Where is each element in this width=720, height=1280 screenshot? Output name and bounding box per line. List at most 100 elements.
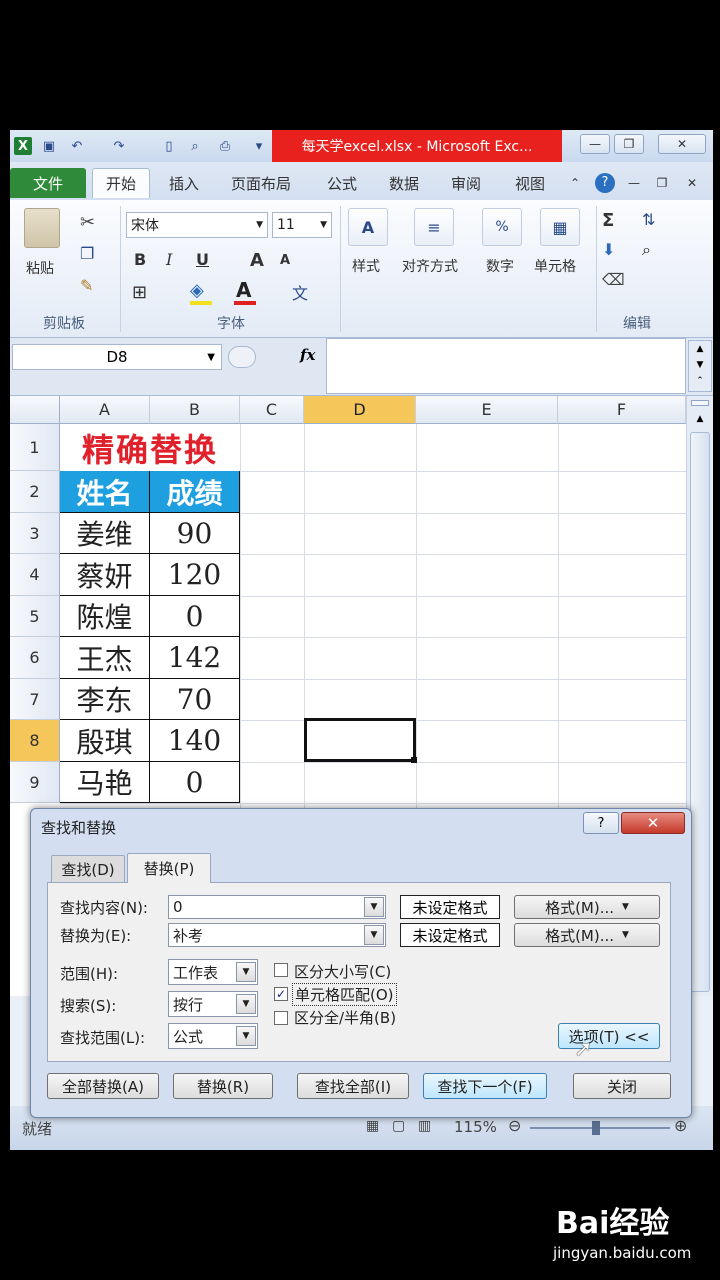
font-color-icon[interactable]: A bbox=[236, 278, 251, 302]
chevron-down-icon[interactable]: ▼ bbox=[236, 994, 256, 1014]
score-cell[interactable]: 70 bbox=[150, 679, 240, 720]
row-header[interactable]: 6 bbox=[10, 637, 60, 679]
tab-formulas[interactable]: 公式 bbox=[314, 168, 370, 198]
find-format-button[interactable]: 格式(M)... ▼ bbox=[514, 895, 660, 919]
ribbon-collapse-icon[interactable]: ⌃ bbox=[566, 168, 584, 198]
chevron-down-icon[interactable]: ▼ bbox=[236, 962, 256, 982]
column-header[interactable]: E bbox=[416, 396, 558, 424]
underline-button[interactable]: U bbox=[196, 250, 209, 269]
name-cell[interactable]: 殷琪 bbox=[60, 720, 150, 762]
row-header[interactable]: 5 bbox=[10, 596, 60, 637]
phonetic-icon[interactable]: 文 bbox=[292, 280, 308, 304]
italic-button[interactable]: I bbox=[166, 250, 172, 269]
workbook-close-icon[interactable]: ✕ bbox=[682, 168, 702, 198]
replace-button[interactable]: 替换(R) bbox=[173, 1073, 273, 1099]
print-icon[interactable]: ⎙ bbox=[216, 137, 234, 155]
score-cell[interactable]: 90 bbox=[150, 513, 240, 554]
tab-review[interactable]: 审阅 bbox=[438, 168, 494, 198]
name-cell[interactable]: 蔡妍 bbox=[60, 554, 150, 596]
match-entire-cell-checkbox[interactable]: ✓ bbox=[274, 987, 288, 1001]
score-cell[interactable]: 0 bbox=[150, 762, 240, 803]
zoom-slider-thumb[interactable] bbox=[592, 1121, 600, 1135]
format-painter-icon[interactable]: ✎ bbox=[80, 276, 93, 295]
cells-button-label[interactable]: 单元格 bbox=[534, 256, 576, 276]
number-format-icon[interactable]: % bbox=[482, 208, 522, 246]
formula-bar-handle[interactable] bbox=[228, 346, 256, 368]
dialog-close-button[interactable]: ✕ bbox=[621, 812, 685, 834]
save-icon[interactable]: ▣ bbox=[40, 137, 58, 155]
cells-icon[interactable]: ▦ bbox=[540, 208, 580, 246]
fill-icon[interactable]: ⬇ bbox=[602, 240, 615, 259]
tab-page-layout[interactable]: 页面布局 bbox=[220, 168, 302, 198]
page-break-view-icon[interactable]: ▥ bbox=[418, 1118, 431, 1134]
split-box[interactable] bbox=[691, 400, 709, 406]
workbook-minimize-icon[interactable]: — bbox=[624, 168, 644, 198]
number-button-label[interactable]: 数字 bbox=[486, 256, 514, 276]
row-header[interactable]: 7 bbox=[10, 679, 60, 720]
name-cell[interactable]: 李东 bbox=[60, 679, 150, 720]
match-case-checkbox[interactable] bbox=[274, 963, 288, 977]
dialog-close-bottom-button[interactable]: 关闭 bbox=[573, 1073, 671, 1099]
styles-button-label[interactable]: 样式 bbox=[352, 256, 380, 276]
tab-find[interactable]: 查找(D) bbox=[51, 855, 125, 883]
zoom-slider[interactable] bbox=[530, 1127, 670, 1129]
row-header[interactable]: 9 bbox=[10, 762, 60, 803]
find-all-button[interactable]: 查找全部(I) bbox=[297, 1073, 409, 1099]
bold-button[interactable]: B bbox=[134, 250, 146, 269]
copy-icon[interactable]: ❐ bbox=[80, 244, 94, 263]
redo-icon[interactable]: ↷ bbox=[110, 137, 128, 155]
chevron-down-icon[interactable]: ▼ bbox=[236, 1026, 256, 1046]
alignment-button-label[interactable]: 对齐方式 bbox=[402, 256, 458, 276]
match-entire-cell-label[interactable]: 单元格匹配(O) bbox=[292, 983, 397, 1006]
replace-with-input[interactable]: 补考 ▼ bbox=[168, 923, 386, 947]
scroll-up-icon[interactable]: ▲ bbox=[689, 410, 711, 428]
name-cell[interactable]: 王杰 bbox=[60, 637, 150, 679]
font-size-combo[interactable]: 11 ▼ bbox=[272, 212, 332, 238]
print-preview-icon[interactable]: ⌕ bbox=[186, 137, 204, 155]
zoom-level[interactable]: 115% bbox=[454, 1118, 497, 1136]
tab-replace[interactable]: 替换(P) bbox=[127, 853, 211, 883]
tab-insert[interactable]: 插入 bbox=[156, 168, 212, 198]
chevron-down-icon[interactable]: ▼ bbox=[364, 925, 384, 945]
alignment-icon[interactable]: ≡ bbox=[414, 208, 454, 246]
tab-file[interactable]: 文件 bbox=[10, 168, 86, 198]
zoom-in-icon[interactable]: ⊕ bbox=[674, 1116, 687, 1135]
look-in-select[interactable]: 公式 ▼ bbox=[168, 1023, 258, 1049]
find-select-icon[interactable]: ⌕ bbox=[642, 240, 651, 260]
scrollbar-thumb[interactable] bbox=[690, 432, 710, 992]
match-case-label[interactable]: 区分大小写(C) bbox=[294, 961, 391, 982]
zoom-out-icon[interactable]: ⊖ bbox=[508, 1116, 521, 1135]
grow-font-button[interactable]: A bbox=[250, 250, 264, 271]
shrink-font-button[interactable]: A bbox=[280, 253, 290, 268]
customize-qat-icon[interactable]: ▾ bbox=[250, 137, 268, 155]
row-header[interactable]: 1 bbox=[10, 424, 60, 471]
row-header[interactable]: 2 bbox=[10, 471, 60, 513]
fill-color-icon[interactable]: ◈ bbox=[190, 280, 204, 301]
chevron-down-icon[interactable]: ▼ bbox=[364, 897, 384, 917]
row-header-selected[interactable]: 8 bbox=[10, 720, 60, 762]
tab-data[interactable]: 数据 bbox=[376, 168, 432, 198]
normal-view-icon[interactable]: ▦ bbox=[366, 1118, 379, 1134]
undo-icon[interactable]: ↶ bbox=[68, 137, 86, 155]
insert-function-button[interactable]: fx bbox=[300, 346, 315, 364]
minimize-button[interactable]: — bbox=[580, 134, 610, 154]
paste-icon[interactable] bbox=[24, 208, 60, 248]
font-name-combo[interactable]: 宋体 ▼ bbox=[126, 212, 268, 238]
score-cell[interactable]: 140 bbox=[150, 720, 240, 762]
score-cell[interactable]: 120 bbox=[150, 554, 240, 596]
formula-bar-scroll[interactable]: ▲ ▼ ⌃ bbox=[688, 340, 712, 392]
active-cell-d8[interactable] bbox=[304, 718, 416, 762]
new-file-icon[interactable]: ▯ bbox=[160, 137, 178, 155]
find-next-button[interactable]: 查找下一个(F) bbox=[423, 1073, 547, 1099]
within-select[interactable]: 工作表 ▼ bbox=[168, 959, 258, 985]
match-byte-label[interactable]: 区分全/半角(B) bbox=[294, 1007, 396, 1028]
cut-icon[interactable]: ✂ bbox=[80, 212, 95, 233]
column-header[interactable]: F bbox=[558, 396, 686, 424]
formula-input[interactable] bbox=[326, 338, 686, 394]
row-header[interactable]: 4 bbox=[10, 554, 60, 596]
header-cell-name[interactable]: 姓名 bbox=[60, 471, 150, 513]
sort-filter-icon[interactable]: ⇅ bbox=[642, 210, 655, 229]
dialog-help-button[interactable]: ? bbox=[583, 812, 619, 834]
name-cell[interactable]: 马艳 bbox=[60, 762, 150, 803]
page-layout-view-icon[interactable]: ▢ bbox=[392, 1118, 405, 1134]
